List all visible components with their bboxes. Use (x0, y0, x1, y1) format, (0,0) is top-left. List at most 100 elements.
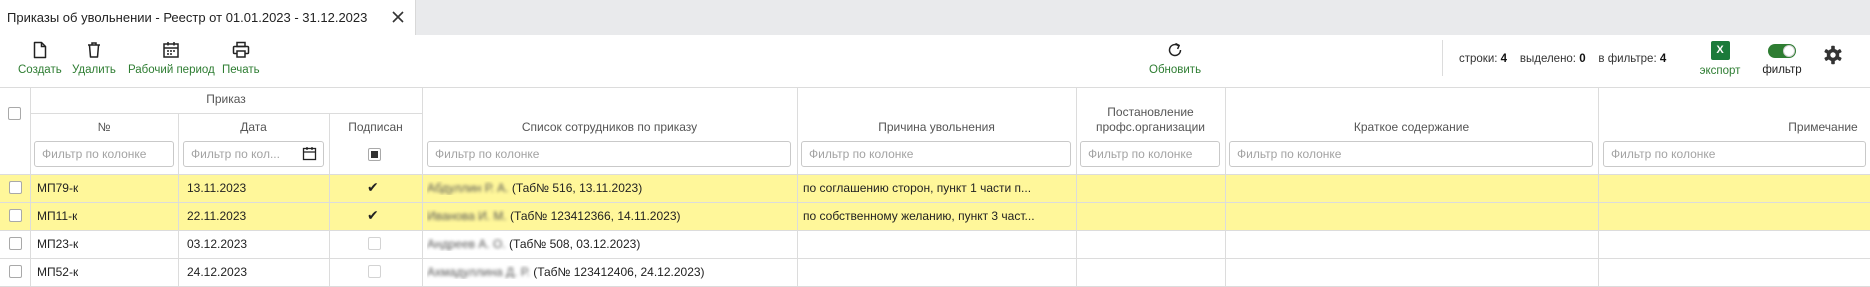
print-label: Печать (222, 64, 260, 76)
tab-dismissal-orders[interactable]: Приказы об увольнении - Реестр от 01.01.… (0, 0, 416, 35)
export-button[interactable]: X экспорт (1697, 41, 1743, 77)
filter-number-input[interactable] (34, 141, 174, 167)
union-header-line2: профс.организации (1096, 120, 1205, 134)
cell-number: МП23-к (37, 237, 79, 251)
cell-employees: Иванова И. М. (Таб№ 123412366, 14.11.202… (427, 209, 791, 223)
delete-label: Удалить (72, 64, 116, 76)
signed-checkbox[interactable] (368, 265, 381, 278)
filter-summary-input[interactable] (1229, 141, 1593, 167)
column-header-number[interactable]: № (30, 120, 178, 134)
cell-number: МП79-к (37, 181, 79, 195)
trash-icon (87, 42, 100, 58)
printer-icon (232, 41, 250, 58)
employee-details: (Таб№ 123412366, 14.11.2023) (506, 209, 681, 223)
cell-date: 22.11.2023 (187, 209, 247, 223)
grid-line (0, 258, 1870, 259)
row-checkbox[interactable] (9, 265, 22, 278)
column-header-note[interactable]: Примечание (1598, 120, 1870, 134)
export-label: экспорт (1699, 65, 1741, 77)
table-row[interactable]: МП79-к 13.11.2023 ✔ Абдуллин Р. А. (Таб№… (0, 174, 1870, 202)
selected-count: 0 (1579, 53, 1586, 65)
employee-name: Ахмадуллина Д. Р. (427, 265, 530, 279)
employee-name: Андреев А. О. (427, 237, 506, 251)
grid-line (30, 87, 31, 287)
toolbar: Создать Удалить Рабочий период Печать Об… (0, 35, 1870, 87)
work-period-label: Рабочий период (128, 64, 215, 76)
refresh-icon (1168, 42, 1182, 57)
table-row[interactable]: МП52-к 24.12.2023 Ахмадуллина Д. Р. (Таб… (0, 258, 1870, 286)
row-checkbox[interactable] (9, 209, 22, 222)
employee-name: Абдуллин Р. А. (427, 181, 509, 195)
grid-line (797, 87, 798, 287)
signed-check-icon: ✔ (367, 179, 379, 195)
create-label: Создать (18, 64, 62, 76)
filter-switch[interactable] (1768, 44, 1796, 58)
cell-number: МП52-к (37, 265, 79, 279)
filter-union-input[interactable] (1080, 141, 1220, 167)
cell-reason: по собственному желанию, пункт 3 част... (803, 209, 1035, 223)
row-checkbox[interactable] (9, 181, 22, 194)
rows-label: строки: (1459, 53, 1498, 65)
grid-line (0, 230, 1870, 231)
column-header-union[interactable]: Постановление профс.организации (1076, 105, 1225, 135)
employee-name: Иванова И. М. (427, 209, 507, 223)
refresh-button[interactable]: Обновить (1149, 41, 1201, 76)
cell-date: 24.12.2023 (187, 265, 248, 279)
grid-line (30, 113, 422, 114)
employee-details: (Таб№ 508, 03.12.2023) (505, 237, 641, 251)
new-document-icon (33, 41, 47, 59)
column-header-employees[interactable]: Список сотрудников по приказу (422, 120, 797, 134)
row-checkbox[interactable] (9, 237, 22, 250)
excel-icon: X (1710, 41, 1730, 60)
create-button[interactable]: Создать (18, 41, 62, 76)
work-period-button[interactable]: Рабочий период (128, 41, 215, 76)
table-row[interactable]: МП23-к 03.12.2023 Андреев А. О. (Таб№ 50… (0, 230, 1870, 258)
grid-line (0, 87, 1870, 88)
employee-details: (Таб№ 123412406, 24.12.2023) (529, 265, 705, 279)
row-stats: строки: 4 выделено: 0 в фильтре: 4 (1459, 53, 1666, 65)
cell-employees: Ахмадуллина Д. Р. (Таб№ 123412406, 24.12… (427, 265, 791, 279)
grid-line (1598, 87, 1599, 287)
group-header-order: Приказ (206, 92, 246, 106)
orders-grid: МП79-к 13.11.2023 ✔ Абдуллин Р. А. (Таб№… (0, 87, 1870, 287)
tab-bar: Приказы об увольнении - Реестр от 01.01.… (0, 0, 1870, 35)
filter-note-input[interactable] (1603, 141, 1866, 167)
calendar-icon (163, 42, 180, 58)
print-button[interactable]: Печать (222, 41, 260, 76)
delete-button[interactable]: Удалить (72, 41, 116, 76)
grid-line (1225, 87, 1226, 287)
union-header-line1: Постановление (1107, 105, 1194, 119)
tab-title: Приказы об увольнении - Реестр от 01.01.… (7, 10, 368, 25)
filter-reason-input[interactable] (801, 141, 1071, 167)
cell-date: 03.12.2023 (187, 237, 248, 251)
column-header-date[interactable]: Дата (178, 120, 329, 134)
cell-employees: Абдуллин Р. А. (Таб№ 516, 13.11.2023) (427, 181, 791, 195)
grid-line (178, 113, 179, 287)
employee-details: (Таб№ 516, 13.11.2023) (508, 181, 643, 195)
cell-date: 13.11.2023 (187, 181, 247, 195)
filter-label: фильтр (1762, 64, 1802, 76)
column-header-reason[interactable]: Причина увольнения (797, 120, 1076, 134)
infilter-count: 4 (1659, 53, 1667, 65)
rows-count: 4 (1500, 53, 1508, 65)
select-all-checkbox[interactable] (8, 107, 21, 120)
close-icon[interactable] (389, 8, 407, 26)
signed-checkbox[interactable] (368, 237, 381, 250)
gear-icon[interactable] (1823, 45, 1843, 65)
infilter-label: в фильтре: (1598, 53, 1657, 65)
cell-employees: Андреев А. О. (Таб№ 508, 03.12.2023) (427, 237, 791, 251)
grid-line (0, 174, 1870, 175)
signed-check-icon: ✔ (367, 207, 379, 223)
cell-number: МП11-к (37, 209, 78, 223)
column-header-summary[interactable]: Краткое содержание (1225, 120, 1598, 134)
grid-line (329, 113, 330, 287)
column-header-signed[interactable]: Подписан (329, 120, 422, 134)
calendar-icon[interactable] (302, 146, 317, 161)
filter-toggle[interactable]: фильтр (1754, 41, 1810, 76)
filter-employees-input[interactable] (427, 141, 791, 167)
refresh-label: Обновить (1149, 64, 1202, 76)
toolbar-divider (1442, 40, 1443, 76)
cell-reason: по соглашению сторон, пункт 1 части п... (803, 181, 1032, 195)
filter-signed-checkbox[interactable] (368, 148, 381, 161)
table-row[interactable]: МП11-к 22.11.2023 ✔ Иванова И. М. (Таб№ … (0, 202, 1870, 230)
